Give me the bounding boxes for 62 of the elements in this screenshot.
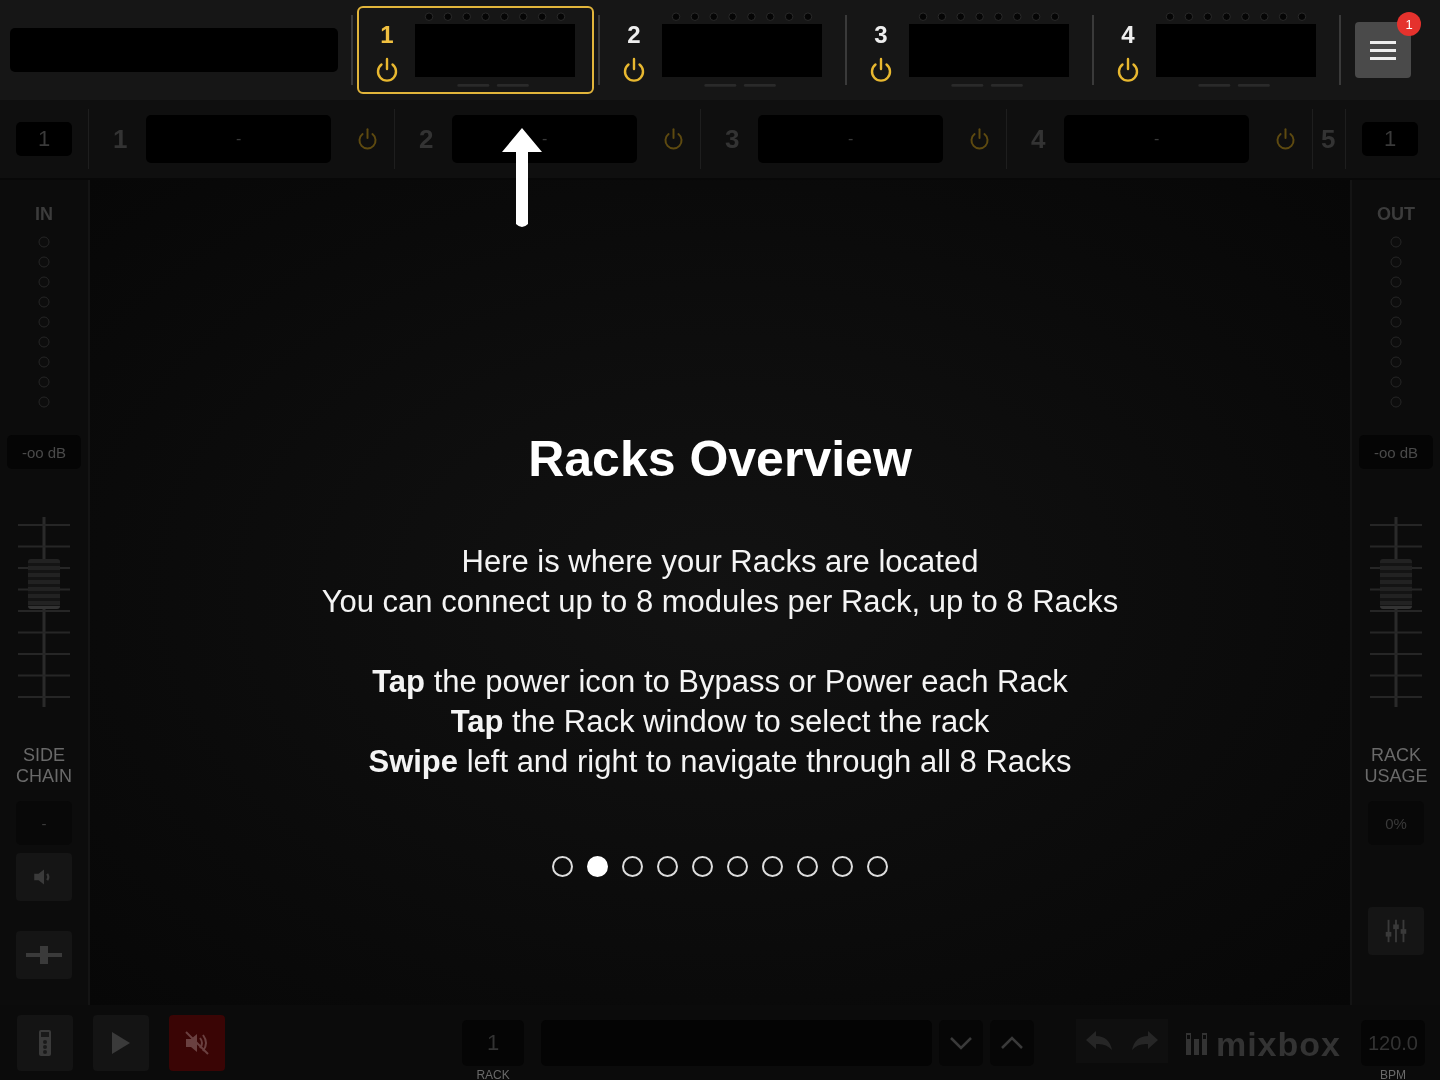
slot-module-display[interactable]: - (146, 115, 331, 163)
tour-text: Tap the power icon to Bypass or Power each Rack (372, 663, 1068, 701)
chevron-down-icon (949, 1036, 974, 1050)
fader-track[interactable] (16, 517, 72, 707)
slot-module-display[interactable]: - (452, 115, 637, 163)
page-dot[interactable] (622, 856, 643, 877)
chevron-up-icon (999, 1036, 1024, 1050)
page-dot[interactable] (797, 856, 818, 877)
section-label: SIDE CHAIN (15, 745, 73, 787)
section-label: RACK USAGE (1363, 745, 1429, 787)
page-dot[interactable] (762, 856, 783, 877)
play-button[interactable] (92, 1015, 149, 1071)
crossfader-button[interactable] (16, 931, 72, 979)
redo-button[interactable] (1121, 1019, 1168, 1063)
tour-text: Here is where your Racks are located (461, 543, 979, 581)
notification-badge: 1 (1397, 12, 1421, 36)
remote-icon (37, 1029, 52, 1057)
rack-tile[interactable]: 4 (1098, 6, 1335, 94)
mixer-logo-icon (1183, 1031, 1210, 1057)
up-arrow-icon (500, 126, 544, 230)
fader-thumb[interactable] (1380, 559, 1412, 609)
rack-number: 2 (627, 22, 641, 48)
down-button[interactable] (939, 1020, 984, 1066)
page-dot[interactable] (657, 856, 678, 877)
rack-number: 3 (874, 22, 888, 48)
bpm-label: BPM (1379, 1068, 1406, 1080)
up-button[interactable] (990, 1020, 1034, 1066)
tour-text: Tap the Rack window to select the rack (450, 703, 990, 741)
page-dot[interactable] (692, 856, 713, 877)
page-dot[interactable] (552, 856, 573, 877)
tour-text: You can connect up to 8 modules per Rack, up to 8 Racks (321, 583, 1119, 621)
tour-title: Racks Overview (528, 430, 912, 488)
play-icon (110, 1031, 131, 1055)
fader-thumb[interactable] (28, 559, 60, 609)
rack-index-display: 1 (1362, 122, 1418, 156)
menu-button[interactable] (1355, 22, 1411, 78)
undo-icon (1084, 1030, 1113, 1052)
page-dot[interactable] (727, 856, 748, 877)
page-dot[interactable] (832, 856, 853, 877)
device-button[interactable] (17, 1015, 73, 1071)
mixer-button[interactable] (1368, 907, 1424, 955)
muted-speaker-icon (182, 1029, 211, 1057)
rack-tile[interactable]: 1 (357, 6, 594, 94)
fader-track[interactable] (1368, 517, 1424, 707)
slot-module-display[interactable]: - (1064, 115, 1249, 163)
crossfader-icon (24, 943, 64, 967)
tour-text: Swipe left and right to navigate through all 8 Racks (368, 743, 1072, 781)
redo-icon (1130, 1030, 1159, 1052)
level-readout: -oo dB (1359, 435, 1433, 469)
rack-tile[interactable]: 2 (604, 6, 841, 94)
rack-number: 4 (1121, 22, 1135, 48)
rack-label: RACK (476, 1068, 510, 1080)
speaker-button[interactable] (16, 853, 72, 901)
rack-index-display: 1 (16, 122, 72, 156)
value-display: - (16, 801, 72, 845)
mute-button[interactable] (168, 1015, 225, 1071)
page-dot[interactable] (867, 856, 888, 877)
undo-button[interactable] (1075, 1019, 1122, 1063)
level-readout: -oo dB (7, 435, 81, 469)
slot-module-display[interactable]: - (758, 115, 943, 163)
rack-tile[interactable]: 3 (851, 6, 1088, 94)
rack-number: 1 (380, 22, 394, 48)
